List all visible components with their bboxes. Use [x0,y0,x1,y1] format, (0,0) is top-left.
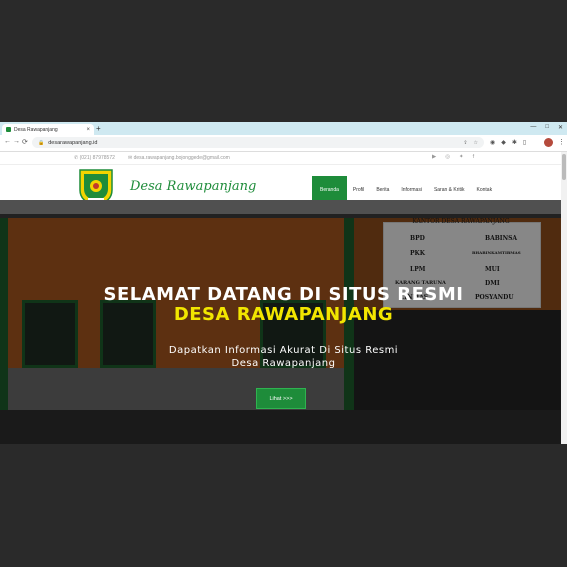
hero-banner: KANTOR DESA RAWAPANJANG BPD BABINSA PKK … [0,200,567,444]
main-nav: Beranda Profil Berita Informasi Saran & … [312,176,498,203]
extension-icon[interactable]: ◉ [490,139,495,146]
lock-icon[interactable]: 🔒 [38,140,44,146]
scrollbar-thumb[interactable] [562,154,566,180]
nav-berita[interactable]: Berita [370,176,395,203]
back-button[interactable]: ← [4,138,11,145]
extension-icon[interactable]: ◆ [501,139,506,146]
youtube-icon[interactable]: ▶ [432,154,436,160]
page-scrollbar[interactable] [561,152,567,444]
tab-bar: Desa Rawapanjang × + — □ ✕ [0,122,567,135]
nav-kontak[interactable]: Kontak [471,176,499,203]
contact-topbar: ✆ (021) 87978572 ✉ desa.rawapanjang.bojo… [0,152,567,165]
tab-close-icon[interactable]: × [86,127,90,133]
menu-dots-icon[interactable]: ⋮ [558,138,565,146]
sidebar-icon[interactable]: ▯ [523,139,526,146]
nav-informasi[interactable]: Informasi [395,176,428,203]
nav-saran-kritik[interactable]: Saran & Kritik [428,176,471,203]
hero-title: SELAMAT DATANG DI SITUS RESMI [103,284,464,305]
forward-button[interactable]: → [13,138,20,145]
hero-desc-line: Dapatkan Informasi Akurat Di Situs Resmi [168,345,399,356]
new-tab-button[interactable]: + [96,124,101,133]
email-address: desa.rawapanjang.bojonggede@gmail.com [133,155,230,161]
phone-number: (021) 87978572 [79,155,115,161]
puzzle-icon[interactable]: ✱ [512,139,517,146]
nav-profil[interactable]: Profil [347,176,370,203]
web-page: ✆ (021) 87978572 ✉ desa.rawapanjang.bojo… [0,152,567,444]
site-brand[interactable]: Desa Rawapanjang [130,179,256,194]
reload-button[interactable]: ⟳ [22,138,28,146]
phone-text: ✆ (021) 87978572 [74,155,115,161]
profile-avatar[interactable] [544,138,553,147]
url-text[interactable]: desarawapanjang.id [48,140,463,146]
minimize-button[interactable]: — [530,124,536,131]
social-links: ▶ ◎ ✦ f [432,154,474,160]
maximize-button[interactable]: □ [545,124,549,131]
browser-window: Desa Rawapanjang × + — □ ✕ ← → ⟳ 🔒 desar… [0,122,567,444]
hero-description: Dapatkan Informasi Akurat Di Situs Resmi… [0,344,567,370]
email-text: ✉ desa.rawapanjang.bojonggede@gmail.com [128,155,230,161]
window-controls: — □ ✕ [530,124,563,131]
hero-desc-line: Desa Rawapanjang [231,358,336,369]
nav-beranda[interactable]: Beranda [312,176,347,203]
site-header: Desa Rawapanjang Beranda Profil Berita I… [0,165,567,206]
twitter-icon[interactable]: ✦ [459,154,464,160]
share-icon[interactable]: ⇪ [463,140,467,146]
address-bar[interactable]: 🔒 desarawapanjang.id ⇪ ☆ [32,137,484,148]
hero-subtitle: DESA RAWAPANJANG [173,304,394,325]
extensions-area: ◉ ◆ ✱ ▯ [490,139,526,146]
favicon-icon [6,127,11,132]
tab-title: Desa Rawapanjang [14,126,58,133]
address-toolbar: ← → ⟳ 🔒 desarawapanjang.id ⇪ ☆ ◉ ◆ ✱ ▯ ⋮ [0,135,567,152]
lihat-button[interactable]: Lihat >>> [256,388,306,409]
instagram-icon[interactable]: ◎ [445,154,450,160]
bookmark-star-icon[interactable]: ☆ [474,140,478,146]
browser-tab[interactable]: Desa Rawapanjang × [2,124,94,135]
close-window-button[interactable]: ✕ [558,124,563,131]
facebook-icon[interactable]: f [473,154,475,160]
